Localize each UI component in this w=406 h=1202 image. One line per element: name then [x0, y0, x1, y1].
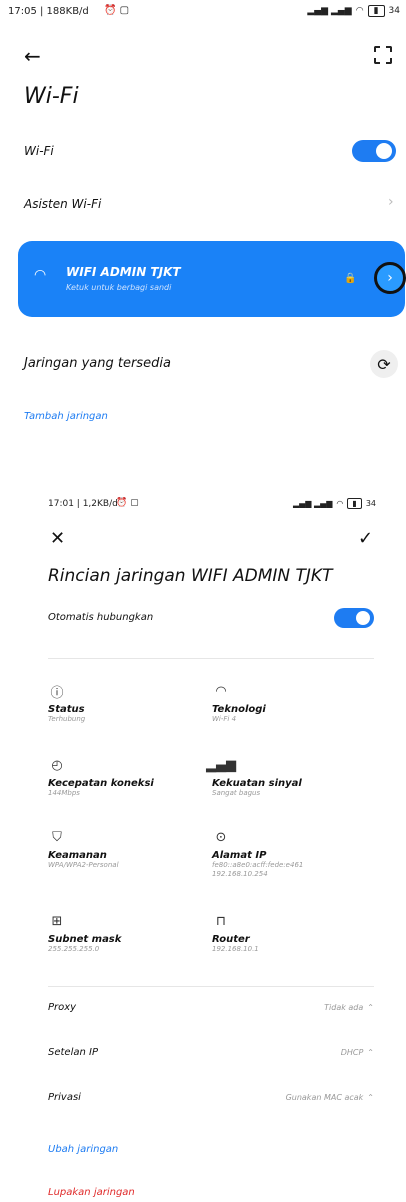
page-title: Wi-Fi	[24, 84, 79, 109]
divider	[48, 658, 374, 659]
scan-icon[interactable]	[374, 46, 392, 64]
refresh-icon[interactable]: ⟳	[370, 350, 398, 378]
connected-network-card[interactable]: ◠ WIFI ADMIN TJKT Ketuk untuk berbagi sa…	[18, 241, 406, 317]
chevron-updown-icon: ⌃	[367, 1003, 374, 1012]
technology-title: Teknologi	[212, 704, 266, 715]
speed-value: 144Mbps	[48, 789, 80, 797]
status-time-2: 17:01 | 1,2KB/d	[48, 499, 118, 509]
signal-item: ▂▄▆ Kekuatan sinyal Sangat bagus	[206, 756, 302, 798]
status-right-2: ▂▄▆ ▂▄▆ ◠ ▮ 34	[293, 498, 376, 509]
status-time: 17:05 | 188KB/d	[8, 6, 89, 17]
privacy-value-text: Gunakan MAC acak	[285, 1093, 364, 1102]
alarm-icon: ⏰ ▢	[104, 5, 130, 16]
wifi-toggle-label: Wi-Fi	[24, 144, 54, 158]
wifi-assistant-label[interactable]: Asisten Wi-Fi	[24, 197, 101, 211]
speed-item: ◴ Kecepatan koneksi 144Mbps	[48, 756, 154, 798]
auto-connect-toggle[interactable]	[334, 608, 374, 628]
battery-icon: ▮	[367, 5, 385, 17]
security-item: ⛉ Keamanan WPA/WPA2-Personal	[48, 828, 119, 870]
available-networks-label: Jaringan yang tersedia	[24, 356, 171, 371]
battery-level-2: 34	[365, 499, 376, 508]
info-icon: ⓘ	[50, 685, 64, 701]
battery-icon-2: ▮	[347, 498, 362, 509]
wifi-toggle[interactable]	[352, 140, 396, 162]
router-title: Router	[212, 934, 250, 945]
security-title: Keamanan	[48, 850, 107, 861]
technology-value: Wi-Fi 4	[212, 715, 237, 723]
ip-pin-icon: ⊙	[215, 829, 227, 845]
router-item: ⊓ Router 192.168.10.1	[212, 912, 259, 954]
ip-address-title: Alamat IP	[212, 850, 267, 861]
ip-settings-value-text: DHCP	[340, 1048, 364, 1057]
chevron-updown-icon: ⌃	[367, 1048, 374, 1057]
back-arrow-icon[interactable]: ←	[24, 44, 41, 68]
signal-title: Kekuatan sinyal	[212, 778, 302, 789]
wifi-status-icon: ◠	[355, 6, 364, 16]
ip-settings-value[interactable]: DHCP ⌃	[341, 1048, 374, 1057]
status-right: ▂▄▆ ▂▄▆ ◠ ▮ 34	[307, 5, 400, 17]
wifi-icon: ◠	[215, 683, 227, 699]
ip-address-value-v4: 192.168.10.254	[212, 870, 268, 878]
auto-connect-label: Otomatis hubungkan	[48, 612, 154, 623]
router-icon: ⊓	[215, 913, 227, 929]
security-value: WPA/WPA2-Personal	[48, 861, 119, 869]
signal-icon-2: ▂▄▆ ▂▄▆	[292, 499, 333, 508]
alarm-icon-2: ⏰ ▢	[116, 498, 139, 508]
wifi-status-icon-2: ◠	[336, 499, 344, 508]
ip-settings-label[interactable]: Setelan IP	[48, 1047, 98, 1058]
technology-item: ◠ Teknologi Wi-Fi 4	[212, 682, 266, 724]
lock-icon: 🔒	[344, 273, 357, 284]
subnet-item: ⊞ Subnet mask 255.255.255.0	[48, 912, 121, 954]
privacy-value[interactable]: Gunakan MAC acak ⌃	[286, 1093, 374, 1102]
chevron-right-icon[interactable]: ›	[388, 194, 394, 210]
status-title: Status	[48, 704, 85, 715]
wifi-icon: ◠	[34, 267, 47, 283]
proxy-value[interactable]: Tidak ada ⌃	[324, 1003, 374, 1012]
status-value: Terhubung	[48, 715, 86, 723]
chevron-updown-icon: ⌃	[367, 1093, 374, 1102]
battery-level: 34	[388, 6, 400, 16]
signal-icon: ▂▄▆ ▂▄▆	[307, 6, 352, 16]
proxy-label[interactable]: Proxy	[48, 1002, 76, 1013]
signal-value: Sangat bagus	[212, 789, 261, 797]
connected-ssid: WIFI ADMIN TJKT	[66, 265, 181, 279]
status-item: ⓘ Status Terhubung	[48, 682, 85, 724]
proxy-value-text: Tidak ada	[324, 1003, 364, 1012]
shield-icon: ⛉	[52, 829, 62, 845]
ip-address-value-v6: fe80::a8e0:acff:fede:e461	[212, 861, 304, 869]
confirm-check-icon[interactable]: ✓	[358, 528, 373, 549]
edit-network-link[interactable]: Ubah jaringan	[48, 1144, 118, 1155]
speed-title: Kecepatan koneksi	[48, 778, 154, 789]
ip-address-item: ⊙ Alamat IP fe80::a8e0:acff:fede:e461 19…	[212, 828, 303, 879]
add-network-link[interactable]: Tambah jaringan	[24, 411, 108, 422]
detail-title: Rincian jaringan WIFI ADMIN TJKT	[48, 566, 333, 586]
network-detail-button[interactable]: ›	[374, 262, 406, 294]
subnet-title: Subnet mask	[48, 934, 122, 945]
speedometer-icon: ◴	[51, 757, 63, 773]
subnet-value: 255.255.255.0	[48, 945, 100, 953]
network-tree-icon: ⊞	[51, 913, 63, 929]
forget-network-link[interactable]: Lupakan jaringan	[48, 1187, 135, 1198]
close-icon[interactable]: ✕	[50, 528, 65, 549]
privacy-label[interactable]: Privasi	[48, 1092, 81, 1103]
signal-strength-icon: ▂▄▆	[206, 757, 236, 773]
router-value: 192.168.10.1	[212, 945, 259, 953]
divider	[48, 986, 374, 987]
connected-subtitle: Ketuk untuk berbagi sandi	[66, 283, 172, 292]
